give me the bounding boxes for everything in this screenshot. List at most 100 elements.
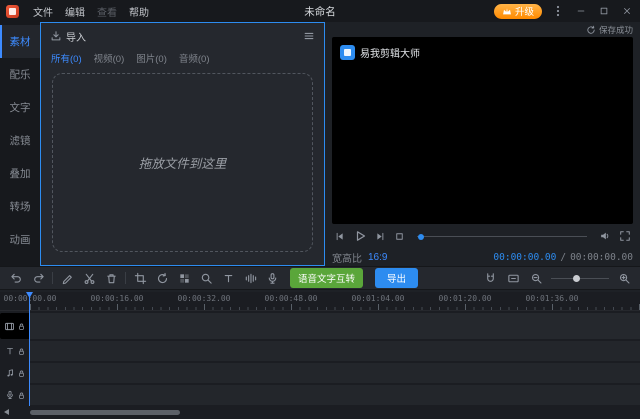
edit-icon[interactable] [59, 270, 75, 286]
minimize-button[interactable] [574, 4, 588, 18]
film-icon [4, 321, 15, 332]
next-frame-button[interactable] [375, 231, 386, 242]
ruler-label: 00:00:32.00 [178, 294, 231, 303]
tab-all[interactable]: 所有(0) [51, 51, 82, 65]
zoom-out-icon[interactable] [528, 270, 544, 286]
sidebar-item-animation[interactable]: 动画 [0, 223, 40, 256]
seek-handle[interactable] [418, 234, 424, 240]
menu-file[interactable]: 文件 [27, 4, 59, 19]
timeline-zoom-handle[interactable] [573, 275, 580, 282]
text-T-icon [5, 346, 15, 356]
menu-view[interactable]: 查看 [91, 4, 123, 19]
track-voiceover [0, 385, 640, 405]
ruler-label: 00:01:36.00 [526, 294, 579, 303]
track-voiceover-header[interactable] [0, 385, 30, 405]
microphone-icon[interactable] [264, 270, 280, 286]
ruler-ticks-major [30, 304, 640, 310]
magnet-snap-icon[interactable] [482, 270, 498, 286]
maximize-button[interactable] [597, 4, 611, 18]
voice-wave-icon[interactable] [242, 270, 258, 286]
sidebar-item-media[interactable]: 素材 [0, 25, 40, 58]
playhead[interactable] [29, 292, 30, 406]
file-dropzone[interactable]: 拖放文件到这里 [52, 73, 313, 252]
toolbar-divider [125, 272, 126, 284]
timeline-ruler[interactable]: 00:00:00.00 00:00:16.00 00:00:32.00 00:0… [0, 292, 640, 311]
lock-icon[interactable] [17, 369, 26, 378]
rotate-icon[interactable] [154, 270, 170, 286]
fit-timeline-icon[interactable] [505, 270, 521, 286]
import-button[interactable]: 导入 [50, 29, 86, 44]
lock-icon[interactable] [17, 391, 26, 400]
timeline-scroll-zone [0, 406, 640, 419]
main-area: 素材 配乐 文字 滤镜 叠加 转场 动画 导入 所有(0) 视频(0) [0, 22, 640, 266]
sidebar-item-text[interactable]: 文字 [0, 91, 40, 124]
crop-icon[interactable] [132, 270, 148, 286]
undo-icon[interactable] [8, 270, 24, 286]
watermark-text: 易我剪辑大师 [360, 45, 420, 60]
close-button[interactable] [620, 4, 634, 18]
sidebar-item-transition[interactable]: 转场 [0, 190, 40, 223]
subtitle-text-icon[interactable] [220, 270, 236, 286]
track-text-header[interactable] [0, 341, 30, 361]
time-total: 00:00:00.00 [570, 252, 633, 263]
track-music-header[interactable] [0, 363, 30, 383]
scroll-left-arrow[interactable] [4, 409, 9, 415]
lock-icon[interactable] [17, 347, 26, 356]
menubar: 文件 编辑 查看 帮助 [27, 4, 155, 19]
horizontal-scrollbar[interactable] [30, 410, 180, 415]
upgrade-button[interactable]: 升级 [494, 4, 542, 19]
sidebar: 素材 配乐 文字 滤镜 叠加 转场 动画 [0, 22, 40, 266]
track-video-lane[interactable] [30, 313, 640, 339]
more-menu-icon[interactable] [551, 4, 565, 18]
list-view-icon[interactable] [303, 30, 315, 42]
lock-icon[interactable] [17, 322, 26, 331]
video-editor-app: 文件 编辑 查看 帮助 未命名 升级 [0, 0, 640, 419]
tab-audio[interactable]: 音频(0) [179, 51, 210, 65]
volume-icon[interactable] [599, 230, 611, 242]
tab-video[interactable]: 视频(0) [94, 51, 125, 65]
stop-button[interactable] [394, 231, 405, 242]
music-note-icon [5, 368, 15, 378]
media-panel: 导入 所有(0) 视频(0) 图片(0) 音频(0) 拖放文件到这里 [40, 22, 325, 266]
media-tabs: 所有(0) 视频(0) 图片(0) 音频(0) [41, 49, 324, 67]
track-music [0, 363, 640, 383]
toolbar-divider [52, 272, 53, 284]
delete-trash-icon[interactable] [103, 270, 119, 286]
dropzone-hint: 拖放文件到这里 [139, 153, 227, 172]
play-button[interactable] [353, 229, 367, 243]
seek-slider[interactable] [417, 230, 587, 242]
watermark: 易我剪辑大师 [340, 45, 420, 60]
video-viewport: 易我剪辑大师 [332, 37, 633, 224]
split-scissors-icon[interactable] [81, 270, 97, 286]
sidebar-item-overlay[interactable]: 叠加 [0, 157, 40, 190]
timeline-zoom-slider[interactable] [551, 272, 609, 284]
transport-controls [332, 224, 633, 248]
previous-frame-button[interactable] [334, 231, 345, 242]
tab-image[interactable]: 图片(0) [136, 51, 167, 65]
sidebar-item-filter[interactable]: 滤镜 [0, 124, 40, 157]
aspect-ratio-value[interactable]: 16:9 [368, 252, 387, 263]
track-text-lane[interactable] [30, 341, 640, 361]
zoom-icon[interactable] [198, 270, 214, 286]
menu-help[interactable]: 帮助 [123, 4, 155, 19]
export-button[interactable]: 导出 [375, 268, 418, 288]
zoom-in-icon[interactable] [616, 270, 632, 286]
sidebar-item-music[interactable]: 配乐 [0, 58, 40, 91]
fullscreen-icon[interactable] [619, 230, 631, 242]
ruler-label: 00:01:04.00 [352, 294, 405, 303]
redo-icon[interactable] [30, 270, 46, 286]
ruler-label: 00:00:48.00 [265, 294, 318, 303]
time-separator: / [560, 252, 566, 263]
mosaic-icon[interactable] [176, 270, 192, 286]
save-sync-icon [586, 25, 596, 35]
app-logo-icon [6, 5, 19, 18]
track-video-header[interactable] [0, 313, 30, 339]
titlebar: 文件 编辑 查看 帮助 未命名 升级 [0, 0, 640, 22]
menu-edit[interactable]: 编辑 [59, 4, 91, 19]
crown-icon [502, 7, 512, 16]
ruler-label: 00:01:20.00 [439, 294, 492, 303]
import-icon [50, 30, 62, 42]
speech-to-text-button[interactable]: 语音文字互转 [290, 268, 363, 288]
track-voiceover-lane[interactable] [30, 385, 640, 405]
track-music-lane[interactable] [30, 363, 640, 383]
